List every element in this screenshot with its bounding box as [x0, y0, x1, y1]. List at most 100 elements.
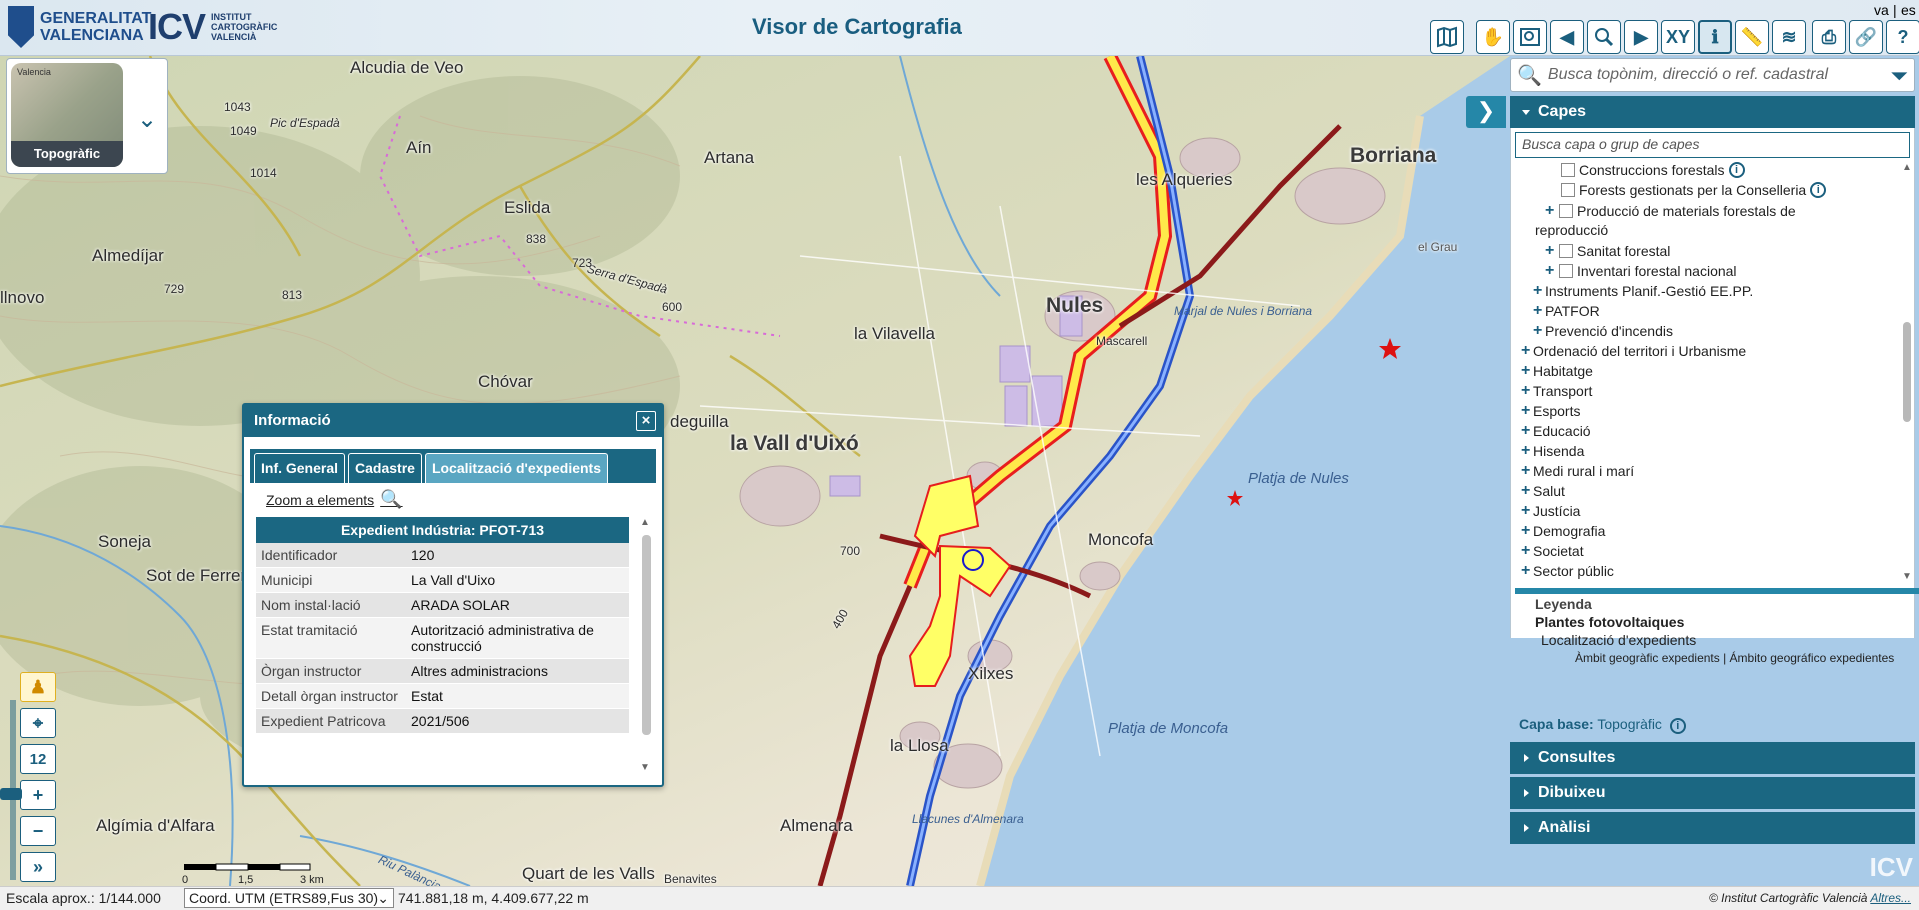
expand-icon[interactable]: +	[1521, 402, 1533, 420]
info-scrollbar[interactable]: ▲ ▼	[640, 517, 652, 773]
analisi-header[interactable]: Anàlisi	[1510, 812, 1915, 844]
list-item[interactable]: + Societat	[1521, 542, 1584, 560]
capes-search-input[interactable]: Busca capa o grup de capes	[1515, 132, 1910, 158]
list-item[interactable]: Construccions forestals i	[1559, 162, 1745, 178]
list-item[interactable]: + Ordenació del territori i Urbanisme	[1521, 342, 1746, 360]
full-extent-button[interactable]	[1587, 20, 1621, 54]
layer-tree-scrollbar[interactable]: ▲ ▼	[1900, 162, 1914, 582]
previous-view-button[interactable]: ◀	[1550, 20, 1584, 54]
expand-icon[interactable]: +	[1521, 362, 1533, 380]
zoom-extent-icon	[1595, 28, 1614, 47]
collapse-panel-button[interactable]: ❯	[1466, 96, 1506, 128]
search-box[interactable]: 🔍 Busca topònim, direcció o ref. cadastr…	[1510, 58, 1915, 92]
copyright-link[interactable]: Altres...	[1870, 891, 1911, 905]
info-icon[interactable]: i	[1669, 718, 1686, 734]
scroll-thumb[interactable]	[642, 535, 651, 735]
filter-icon[interactable]: ⏷	[1890, 63, 1908, 89]
expand-icon[interactable]: +	[1521, 482, 1533, 500]
layers-button[interactable]: ≋	[1772, 20, 1806, 54]
info-icon[interactable]: i	[1810, 182, 1827, 198]
expand-icon[interactable]: +	[1521, 382, 1533, 400]
layer-checkbox[interactable]	[1561, 183, 1575, 197]
zoom-slider-handle[interactable]	[0, 788, 22, 800]
map-catalog-button[interactable]	[1430, 20, 1464, 54]
list-item[interactable]: + Inventari forestal nacional	[1545, 262, 1737, 280]
close-icon[interactable]: ×	[636, 411, 656, 431]
row-value: Estat	[406, 684, 629, 708]
list-item[interactable]: + Sanitat forestal	[1545, 242, 1670, 260]
print-button[interactable]: ⎙	[1812, 20, 1846, 54]
expand-icon[interactable]: +	[1521, 422, 1533, 440]
measure-button[interactable]: 📏	[1735, 20, 1769, 54]
list-item[interactable]: + Educació	[1521, 422, 1591, 440]
expand-icon[interactable]: +	[1521, 562, 1533, 580]
layer-checkbox[interactable]	[1559, 264, 1573, 278]
icv-logo[interactable]: ICV INSTITUT CARTOGRÀFIC VALENCIÀ	[148, 6, 277, 48]
list-item[interactable]: + Medi rural i marí	[1521, 462, 1634, 480]
expand-icon[interactable]: +	[1521, 542, 1533, 560]
expand-icon[interactable]: +	[1545, 242, 1557, 260]
expand-icon[interactable]: +	[1533, 302, 1545, 320]
zoom-in-button[interactable]: +	[20, 780, 56, 810]
list-item[interactable]: + Salut	[1521, 482, 1565, 500]
list-item[interactable]: + PATFOR	[1533, 302, 1600, 320]
generalitat-logo[interactable]: GENERALITAT VALENCIANA	[8, 6, 151, 48]
expand-icon[interactable]: +	[1533, 322, 1545, 340]
expand-icon[interactable]: +	[1533, 282, 1545, 300]
chevron-down-icon[interactable]: ⌄	[137, 105, 157, 134]
scroll-down-icon[interactable]: ▼	[1902, 571, 1912, 582]
list-item[interactable]: + Habitatge	[1521, 362, 1593, 380]
list-item[interactable]: + Producció de materials forestals de	[1545, 202, 1796, 220]
list-item[interactable]: + Esports	[1521, 402, 1580, 420]
info-button[interactable]: ℹ	[1698, 20, 1732, 54]
tab-cadastre[interactable]: Cadastre	[348, 453, 422, 483]
pan-button[interactable]: ✋	[1476, 20, 1510, 54]
zoom-to-elements-link[interactable]: Zoom a elements 🔍	[266, 489, 403, 510]
zoom-box-button[interactable]	[1513, 20, 1547, 54]
lang-va-link[interactable]: va	[1874, 2, 1889, 18]
street-view-button[interactable]: ♟	[20, 672, 56, 702]
layer-checkbox[interactable]	[1559, 244, 1573, 258]
dibuixeu-header[interactable]: Dibuixeu	[1510, 777, 1915, 809]
list-item[interactable]: + Prevenció d'incendis	[1533, 322, 1673, 340]
list-item[interactable]: + Sector públic	[1521, 562, 1614, 580]
expand-icon[interactable]: +	[1521, 342, 1533, 360]
expand-icon[interactable]: +	[1521, 502, 1533, 520]
capa-base-value[interactable]: Topogràfic	[1597, 716, 1662, 732]
layer-checkbox[interactable]	[1559, 204, 1573, 218]
scroll-up-icon[interactable]: ▲	[640, 517, 650, 528]
search-input[interactable]: Busca topònim, direcció o ref. cadastral	[1548, 66, 1828, 84]
expand-icon[interactable]: +	[1545, 262, 1557, 280]
link-button[interactable]: 🔗	[1849, 20, 1883, 54]
expand-icon[interactable]: +	[1521, 522, 1533, 540]
layer-checkbox[interactable]	[1561, 163, 1575, 177]
consultes-header[interactable]: Consultes	[1510, 742, 1915, 774]
lang-es-link[interactable]: es	[1901, 2, 1916, 18]
list-item[interactable]: + Demografia	[1521, 522, 1605, 540]
expand-icon[interactable]: +	[1521, 462, 1533, 480]
next-view-button[interactable]: ▶	[1624, 20, 1658, 54]
basemap-thumbnail[interactable]: Valencia Topogràfic	[11, 63, 123, 167]
help-button[interactable]: ?	[1886, 20, 1919, 54]
list-item[interactable]: Forests gestionats per la Conselleria i	[1559, 182, 1827, 198]
list-item[interactable]: + Transport	[1521, 382, 1592, 400]
scroll-up-icon[interactable]: ▲	[1902, 162, 1912, 173]
list-item[interactable]: + Instruments Planif.-Gestió EE.PP.	[1533, 282, 1753, 300]
xy-button[interactable]: XY	[1661, 20, 1695, 54]
capes-header[interactable]: Capes	[1510, 96, 1915, 128]
list-item[interactable]: + Justícia	[1521, 502, 1580, 520]
basemap-selector[interactable]: Valencia Topogràfic ⌄	[6, 58, 168, 174]
tab-inf-general[interactable]: Inf. General	[254, 453, 346, 483]
list-item[interactable]: + Hisenda	[1521, 442, 1584, 460]
tab-localitzacio-expedients[interactable]: Localització d'expedients	[424, 453, 608, 483]
expand-tools-button[interactable]: »	[20, 852, 56, 882]
expand-icon[interactable]: +	[1521, 442, 1533, 460]
label-llacunes: Llacunes d'Almenara	[912, 812, 1024, 826]
expand-icon[interactable]: +	[1545, 202, 1557, 220]
scroll-thumb[interactable]	[1903, 322, 1911, 422]
locate-button[interactable]: ⌖	[20, 708, 56, 738]
zoom-out-button[interactable]: −	[20, 816, 56, 846]
info-icon[interactable]: i	[1728, 162, 1745, 178]
coord-system-select[interactable]: Coord. UTM (ETRS89,Fus 30) ⌄	[184, 888, 394, 908]
scroll-down-icon[interactable]: ▼	[640, 762, 650, 773]
